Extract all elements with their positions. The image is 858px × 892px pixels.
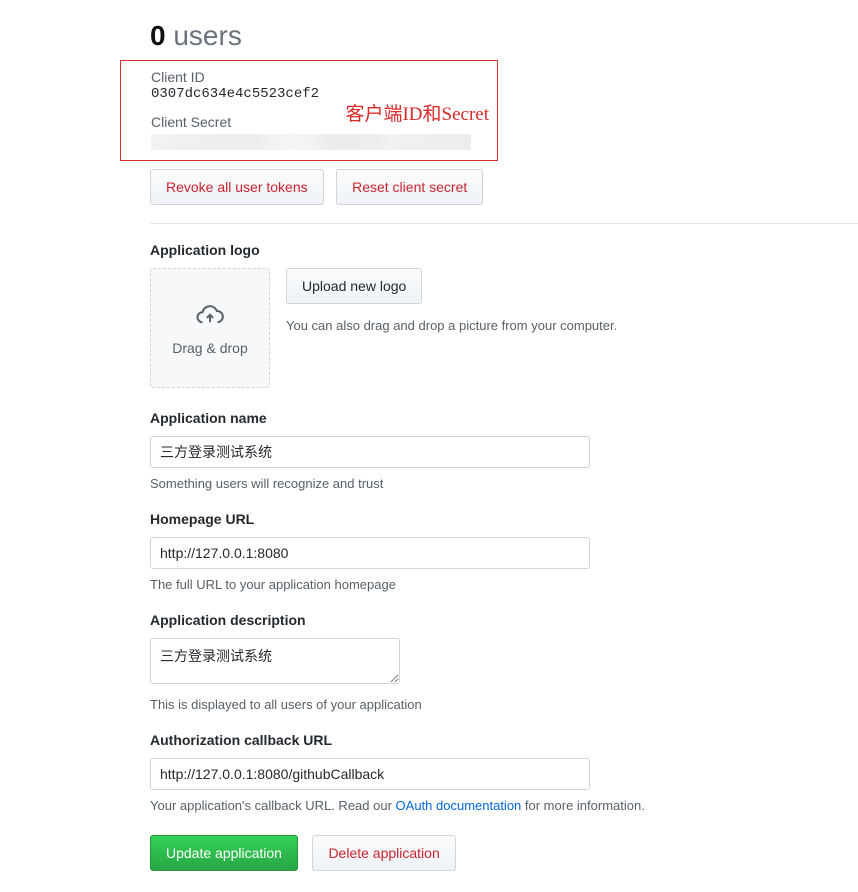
reset-secret-button[interactable]: Reset client secret [336, 169, 483, 205]
homepage-url-help: The full URL to your application homepag… [150, 577, 858, 592]
callback-help-pre: Your application's callback URL. Read ou… [150, 798, 396, 813]
app-description-help: This is displayed to all users of your a… [150, 697, 858, 712]
application-logo-heading: Application logo [150, 242, 858, 258]
callback-url-input[interactable] [150, 758, 590, 790]
homepage-url-label: Homepage URL [150, 511, 858, 527]
credentials-box: Client ID 0307dc634e4c5523cef2 Client Se… [120, 60, 498, 161]
upload-note: You can also drag and drop a picture fro… [286, 318, 617, 333]
user-label: users [166, 20, 242, 51]
client-secret-redacted [151, 134, 471, 150]
app-name-help: Something users will recognize and trust [150, 476, 858, 491]
homepage-url-input[interactable] [150, 537, 590, 569]
credentials-annotation: 客户端ID和Secret [345, 99, 489, 126]
client-id-label: Client ID [151, 69, 489, 85]
revoke-tokens-button[interactable]: Revoke all user tokens [150, 169, 324, 205]
update-application-button[interactable]: Update application [150, 835, 298, 871]
upload-logo-button[interactable]: Upload new logo [286, 268, 422, 304]
app-description-label: Application description [150, 612, 858, 628]
user-count: 0 [150, 20, 166, 51]
logo-dropzone[interactable]: Drag & drop [150, 268, 270, 388]
callback-help-post: for more information. [521, 798, 645, 813]
users-heading: 0 users [150, 20, 858, 52]
delete-application-button[interactable]: Delete application [312, 835, 455, 871]
app-name-label: Application name [150, 410, 858, 426]
callback-url-label: Authorization callback URL [150, 732, 858, 748]
section-divider [150, 223, 858, 224]
cloud-upload-icon [195, 301, 225, 340]
app-description-input[interactable]: 三方登录测试系统 [150, 638, 400, 684]
app-name-input[interactable] [150, 436, 590, 468]
oauth-documentation-link[interactable]: OAuth documentation [396, 798, 522, 813]
dropzone-label: Drag & drop [172, 340, 247, 356]
callback-url-help: Your application's callback URL. Read ou… [150, 798, 858, 813]
